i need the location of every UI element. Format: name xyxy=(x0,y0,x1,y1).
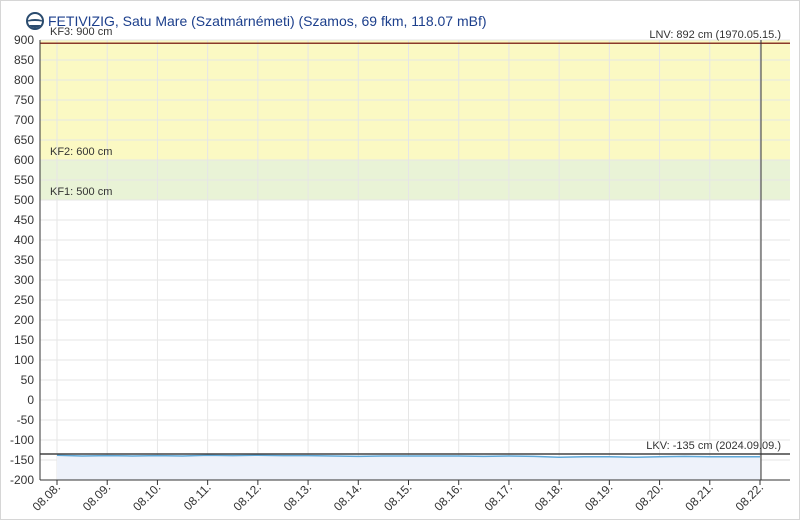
y-tick-label: 900 xyxy=(14,33,34,47)
y-tick-label: 0 xyxy=(27,393,34,407)
y-tick-label: 150 xyxy=(14,333,34,347)
x-tick-label: 08.08. xyxy=(30,480,63,513)
y-tick-label: -100 xyxy=(10,433,34,447)
y-tick-label: 800 xyxy=(14,73,34,87)
x-tick-label: 08.10. xyxy=(130,480,163,513)
y-tick-label: 50 xyxy=(21,373,35,387)
y-tick-label: 250 xyxy=(14,293,34,307)
y-tick-label: 700 xyxy=(14,113,34,127)
y-tick-label: 450 xyxy=(14,213,34,227)
x-tick-label: 08.11. xyxy=(181,480,214,513)
y-tick-label: 650 xyxy=(14,133,34,147)
y-tick-label: 100 xyxy=(14,353,34,367)
ref-line-label-0: LNV: 892 cm (1970.05.15.) xyxy=(649,29,781,41)
series-area-0 xyxy=(57,455,760,480)
x-tick-label: 08.19. xyxy=(582,480,615,513)
y-tick-label: 200 xyxy=(14,313,34,327)
y-tick-label: 300 xyxy=(14,273,34,287)
y-tick-label: 850 xyxy=(14,53,34,67)
y-tick-label: -200 xyxy=(10,473,34,487)
band-label-0: KF3: 900 cm xyxy=(50,26,112,38)
x-tick-label: 08.16. xyxy=(431,480,464,513)
band-label-1: KF2: 600 cm xyxy=(50,146,112,158)
x-tick-label: 08.14. xyxy=(331,480,364,513)
x-tick-label: 08.17. xyxy=(482,480,515,513)
y-tick-label: -50 xyxy=(17,413,35,427)
y-tick-label: 600 xyxy=(14,153,34,167)
y-tick-label: -150 xyxy=(10,453,34,467)
y-tick-label: 350 xyxy=(14,253,34,267)
x-tick-label: 08.15. xyxy=(381,480,414,513)
x-tick-label: 08.20. xyxy=(632,480,665,513)
x-tick-label: 08.13. xyxy=(281,480,314,513)
water-level-chart: KF3: 900 cm KF2: 600 cm KF1: 500 cm LNV: 89… xyxy=(10,26,790,514)
x-tick-label: 08.09. xyxy=(80,480,113,513)
y-tick-label: 750 xyxy=(14,93,34,107)
x-tick-label: 08.21. xyxy=(682,480,715,513)
x-tick-label: 08.12. xyxy=(230,480,263,513)
band-label-2: KF1: 500 cm xyxy=(50,186,112,198)
x-tick-label: 08.22. xyxy=(733,480,766,513)
y-tick-label: 550 xyxy=(14,173,34,187)
x-tick-label: 08.18. xyxy=(532,480,565,513)
y-tick-label: 500 xyxy=(14,193,34,207)
y-tick-label: 400 xyxy=(14,233,34,247)
